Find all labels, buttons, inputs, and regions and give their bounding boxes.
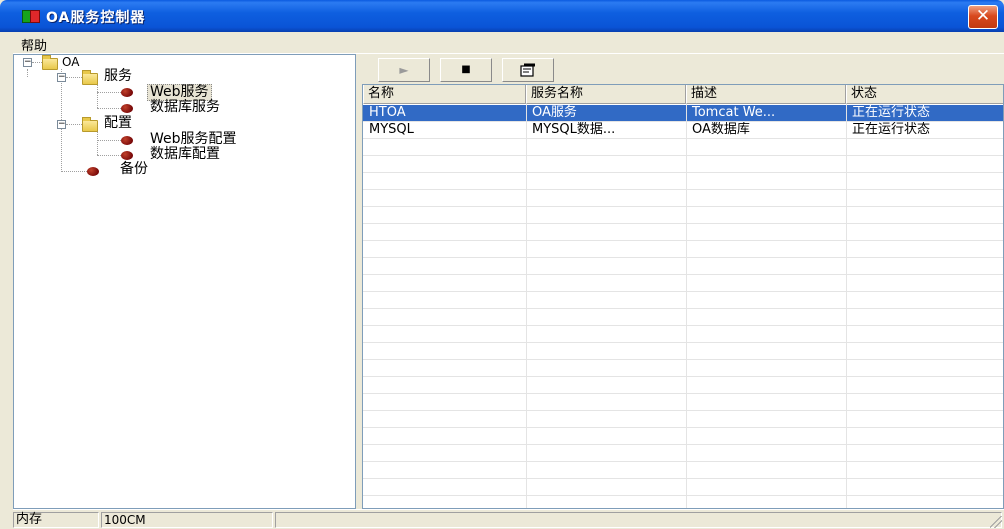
- grid-line: [526, 104, 527, 508]
- tree-node-db-config[interactable]: 数据库配置: [150, 147, 220, 162]
- service-list[interactable]: 名称 服务名称 描述 状态 HTOA OA服务 Tomcat We... 正在运…: [362, 84, 1004, 509]
- grid-line: [363, 257, 1003, 258]
- status-bar: 内存 100CM: [13, 509, 1004, 529]
- window-title: OA服务控制器: [46, 10, 146, 26]
- cell-description: Tomcat We...: [692, 105, 776, 120]
- config-node-icon: [121, 136, 133, 145]
- menu-bar: 帮助: [13, 32, 1004, 54]
- cell-status: 正在运行状态: [852, 105, 931, 120]
- cell-service-name: OA服务: [532, 105, 577, 120]
- grid-line: [363, 342, 1003, 343]
- resize-grip[interactable]: [990, 516, 1002, 528]
- grid-line: [363, 410, 1003, 411]
- grid-line: [363, 461, 1003, 462]
- table-row[interactable]: HTOA OA服务 Tomcat We... 正在运行状态: [363, 105, 1003, 121]
- start-button[interactable]: ►: [378, 58, 430, 82]
- grid-line: [363, 308, 1003, 309]
- status-memory-label: 内存: [13, 512, 99, 528]
- tree-node-config[interactable]: 配置: [104, 116, 132, 131]
- grid-line: [363, 291, 1003, 292]
- collapse-icon[interactable]: −: [57, 73, 66, 82]
- toolbar: ► ■: [362, 54, 1004, 84]
- collapse-icon[interactable]: −: [23, 58, 32, 67]
- service-node-icon: [121, 104, 133, 113]
- tree-node-web-config[interactable]: Web服务配置: [150, 132, 237, 147]
- config-node-icon: [121, 151, 133, 160]
- close-button[interactable]: ✕: [968, 5, 998, 29]
- tree-node-services[interactable]: 服务: [104, 69, 132, 84]
- column-header-name[interactable]: 名称: [363, 85, 526, 104]
- cell-description: OA数据库: [692, 122, 750, 137]
- tree-node-db-service[interactable]: 数据库服务: [150, 100, 220, 115]
- grid-line: [363, 359, 1003, 360]
- column-header-service-name[interactable]: 服务名称: [526, 85, 686, 104]
- properties-button[interactable]: [502, 58, 554, 82]
- stop-button[interactable]: ■: [440, 58, 492, 82]
- menu-help[interactable]: 帮助: [21, 35, 47, 54]
- tree-node-root[interactable]: OA: [62, 55, 79, 70]
- title-bar: OA服务控制器 ✕: [0, 0, 1004, 32]
- collapse-icon[interactable]: −: [57, 120, 66, 129]
- status-memory-value: 100CM: [101, 512, 273, 528]
- grid-line: [363, 274, 1003, 275]
- list-header: 名称 服务名称 描述 状态: [363, 85, 1003, 104]
- column-header-status[interactable]: 状态: [846, 85, 1003, 104]
- grid-line: [363, 240, 1003, 241]
- folder-icon: [42, 55, 58, 70]
- backup-node-icon: [87, 167, 99, 176]
- cell-name: MYSQL: [369, 122, 414, 137]
- grid-line: [363, 393, 1003, 394]
- grid-line: [363, 495, 1003, 496]
- grid-line: [363, 138, 1003, 139]
- grid-line: [363, 172, 1003, 173]
- status-panel: [275, 512, 1002, 528]
- play-icon: ►: [399, 63, 409, 77]
- grid-line: [363, 223, 1003, 224]
- grid-line: [363, 478, 1003, 479]
- cell-status: 正在运行状态: [852, 122, 931, 137]
- grid-line: [363, 189, 1003, 190]
- app-icon: [22, 10, 40, 23]
- column-header-description[interactable]: 描述: [686, 85, 846, 104]
- cell-name: HTOA: [369, 105, 406, 120]
- cell-service-name: MYSQL数据...: [532, 122, 616, 137]
- properties-icon: [520, 63, 535, 77]
- grid-line: [363, 206, 1003, 207]
- stop-icon: ■: [461, 64, 471, 75]
- tree-node-backup[interactable]: 备份: [120, 162, 148, 177]
- grid-line: [363, 376, 1003, 377]
- grid-line: [363, 121, 1003, 122]
- tree-view[interactable]: − OA − 服务 Web服务 数据库服务 − 配置 Web服务配置 数据库配置…: [13, 54, 356, 509]
- grid-line: [846, 104, 847, 508]
- grid-line: [363, 325, 1003, 326]
- folder-icon: [82, 70, 98, 85]
- service-node-icon: [121, 88, 133, 97]
- folder-icon: [82, 117, 98, 132]
- grid-line: [686, 104, 687, 508]
- grid-line: [363, 427, 1003, 428]
- table-row[interactable]: MYSQL MYSQL数据... OA数据库 正在运行状态: [363, 122, 1003, 138]
- grid-line: [363, 444, 1003, 445]
- grid-line: [363, 155, 1003, 156]
